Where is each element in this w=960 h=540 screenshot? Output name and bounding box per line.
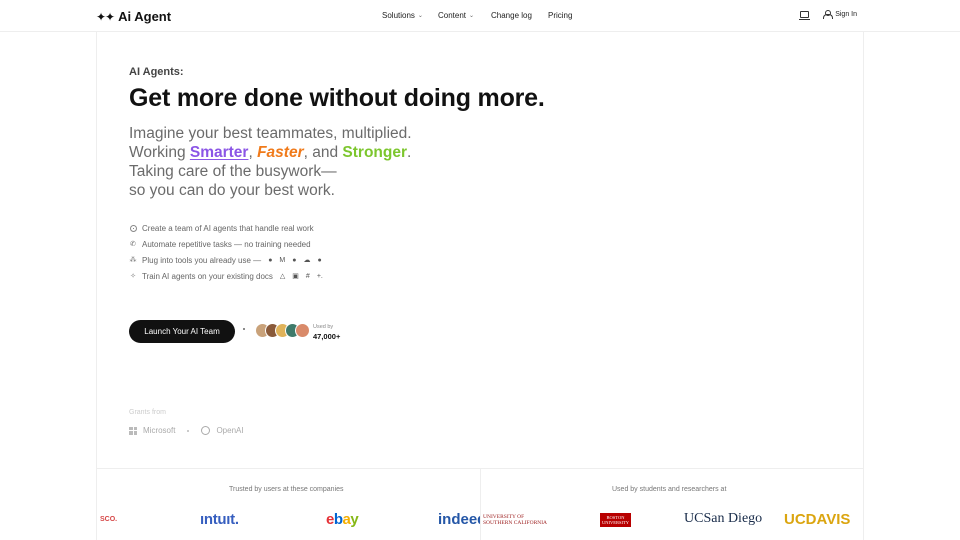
nav-change-log-label: Change log bbox=[491, 11, 532, 20]
brand-logo[interactable]: ✦✦ Ai Agent bbox=[96, 9, 171, 24]
hero-subheadline: Imagine your best teammates, multiplied.… bbox=[129, 124, 412, 200]
nav-solutions[interactable]: Solutions ⌄ bbox=[382, 11, 423, 20]
bu-line: UNIVERSITY bbox=[602, 520, 629, 525]
user-icon bbox=[823, 10, 834, 19]
word-faster: Faster bbox=[257, 144, 304, 161]
gmail-icon: M bbox=[279, 256, 286, 264]
ebay-logo: ebay bbox=[326, 511, 359, 528]
sub-line-2: Working Smarter, Faster, and Stronger. bbox=[129, 143, 412, 162]
grant-openai: OpenAI bbox=[216, 426, 244, 435]
ucsd-logo: UCSan Diego bbox=[684, 511, 763, 526]
boston-university-logo: BOSTON UNIVERSITY bbox=[600, 513, 631, 527]
separator-dot bbox=[187, 429, 190, 432]
nodes-icon: ⁂ bbox=[129, 257, 137, 264]
usc-logo: UNIVERSITY OF SOUTHERN CALIFORNIA bbox=[483, 514, 555, 526]
universities-title: Used by students and researchers at bbox=[612, 486, 727, 493]
usc-line: SOUTHERN CALIFORNIA bbox=[483, 520, 548, 526]
github-icon: ● bbox=[268, 256, 273, 264]
grant-microsoft: Microsoft bbox=[143, 426, 176, 435]
indeed-logo: indeed bbox=[438, 511, 480, 528]
word-smarter: Smarter bbox=[189, 144, 249, 161]
feature-item: ⁂ Plug into tools you already use — ● M … bbox=[129, 252, 323, 268]
chevron-down-icon: ⌄ bbox=[417, 13, 423, 19]
feature-text: Plug into tools you already use — bbox=[142, 255, 262, 265]
nav-actions: Sign In bbox=[799, 10, 857, 20]
microsoft-icon bbox=[129, 426, 137, 435]
ebay-letter: b bbox=[333, 511, 343, 528]
ebay-letter: e bbox=[326, 511, 334, 528]
chevron-down-icon: ⌄ bbox=[469, 13, 475, 19]
nav-content[interactable]: Content ⌄ bbox=[438, 11, 474, 20]
sub-line-1: Imagine your best teammates, multiplied. bbox=[129, 125, 412, 142]
used-by-label: Used by bbox=[313, 324, 334, 330]
google-drive-icon: △ bbox=[279, 273, 286, 280]
nav-pricing-label: Pricing bbox=[548, 11, 573, 20]
intuit-logo: ıntuıt. bbox=[200, 511, 239, 528]
phone-icon: ✆ bbox=[130, 241, 136, 248]
launch-ai-team-button[interactable]: Launch Your AI Team bbox=[129, 320, 235, 343]
word-stronger: Stronger bbox=[342, 144, 407, 161]
feature-item: ✧ Train AI agents on your existing docs … bbox=[129, 268, 323, 284]
nav-change-log[interactable]: Change log bbox=[491, 11, 532, 20]
hero-frame: AI Agents: Get more done without doing m… bbox=[96, 32, 864, 468]
nav-pricing[interactable]: Pricing bbox=[548, 11, 572, 20]
used-by-count: Used by 47,000+ bbox=[313, 323, 340, 341]
hero-eyebrow: AI Agents: bbox=[129, 66, 184, 78]
sign-in-label: Sign In bbox=[835, 11, 857, 18]
sub-line-3: Taking care of the busywork— bbox=[129, 163, 337, 180]
notion-icon: ▣ bbox=[292, 273, 299, 280]
target-icon bbox=[129, 224, 137, 232]
openai-icon bbox=[201, 426, 211, 435]
more-tools-text: +. bbox=[316, 272, 323, 280]
grants-label: Grants from bbox=[129, 409, 166, 416]
user-avatars bbox=[255, 323, 310, 338]
ucdavis-logo: UCDAVIS bbox=[784, 511, 851, 528]
sub-comma: , bbox=[248, 144, 258, 161]
avatar bbox=[295, 323, 310, 338]
nav-solutions-label: Solutions bbox=[382, 11, 415, 20]
feature-text: Train AI agents on your existing docs bbox=[142, 271, 273, 281]
sub-period: . bbox=[407, 144, 412, 161]
top-navigation: ✦✦ Ai Agent Solutions ⌄ Content ⌄ Change… bbox=[0, 0, 960, 32]
sparkle-icon: ✧ bbox=[130, 273, 136, 280]
grants-list: Microsoft OpenAI bbox=[129, 426, 244, 435]
hero-headline: Get more done without doing more. bbox=[129, 84, 545, 112]
separator-dot bbox=[243, 328, 245, 330]
sub-and: , and bbox=[303, 144, 343, 161]
feature-item: ✆ Automate repetitive tasks — no trainin… bbox=[129, 236, 323, 252]
feature-item: Create a team of AI agents that handle r… bbox=[129, 220, 323, 236]
feature-list: Create a team of AI agents that handle r… bbox=[129, 220, 323, 284]
feature-text: Automate repetitive tasks — no training … bbox=[142, 239, 311, 249]
laptop-icon[interactable] bbox=[799, 11, 811, 20]
sign-in-button[interactable]: Sign In bbox=[823, 10, 857, 19]
cisco-logo: SCO. bbox=[100, 516, 118, 523]
feature-text: Create a team of AI agents that handle r… bbox=[142, 223, 314, 233]
sub-working: Working bbox=[129, 144, 190, 161]
companies-title: Trusted by users at these companies bbox=[229, 486, 344, 493]
chat-icon: ● bbox=[317, 256, 322, 264]
ebay-letter: y bbox=[350, 511, 359, 528]
slack-icon: # bbox=[305, 272, 310, 280]
sub-line-4: so you can do your best work. bbox=[129, 182, 335, 199]
telegram-icon: ● bbox=[292, 256, 297, 264]
used-by-number: 47,000+ bbox=[313, 332, 341, 341]
sparkles-icon: ✦✦ bbox=[96, 9, 115, 24]
logo-band: Trusted by users at these companies Used… bbox=[96, 468, 864, 540]
nav-content-label: Content bbox=[438, 11, 467, 20]
cloud-icon: ☁ bbox=[303, 257, 311, 264]
brand-name: Ai Agent bbox=[118, 9, 172, 24]
band-divider bbox=[480, 469, 481, 540]
